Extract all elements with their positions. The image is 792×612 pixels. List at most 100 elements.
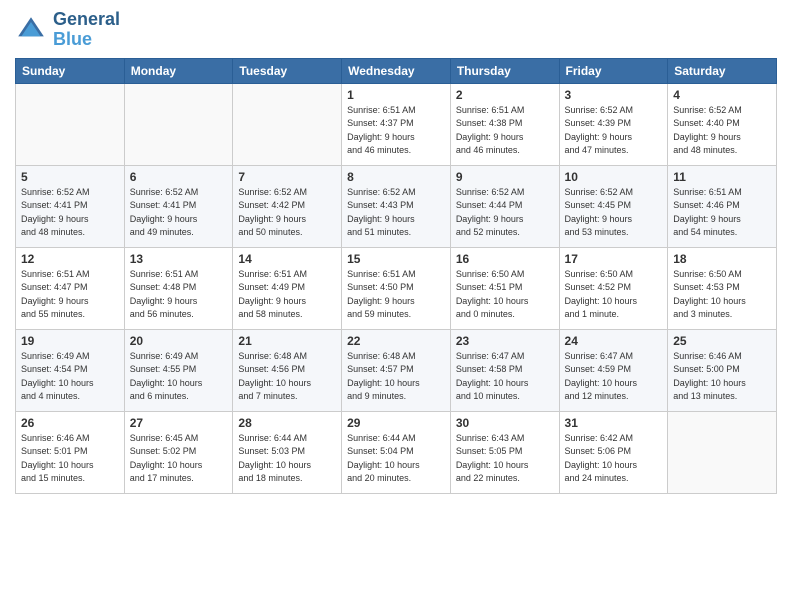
week-row-5: 26 Sunrise: 6:46 AM Sunset: 5:01 PM Dayli… [16,411,777,493]
day-cell [124,83,233,165]
day-cell: 3 Sunrise: 6:52 AM Sunset: 4:39 PM Daylig… [559,83,668,165]
day-cell: 25 Sunrise: 6:46 AM Sunset: 5:00 PM Dayli… [668,329,777,411]
day-cell: 30Sunrise: 6:43 AM Sunset: 5:05 PM Dayli… [450,411,559,493]
day-cell: 27 Sunrise: 6:45 AM Sunset: 5:02 PM Dayli… [124,411,233,493]
day-cell [668,411,777,493]
day-number: 26 [21,416,119,430]
day-info: Sunrise: 6:52 AM Sunset: 4:39 PM Dayligh… [565,104,663,158]
day-number: 22 [347,334,445,348]
day-number: 19 [21,334,119,348]
day-number: 25 [673,334,771,348]
day-number: 31 [565,416,663,430]
day-info: Sunrise: 6:51 AM Sunset: 4:49 PM Dayligh… [238,268,336,322]
day-number: 20 [130,334,228,348]
day-info: Sunrise: 6:51 AM Sunset: 4:46 PM Dayligh… [673,186,771,240]
day-cell: 8 Sunrise: 6:52 AM Sunset: 4:43 PM Daylig… [342,165,451,247]
day-info: Sunrise: 6:44 AM Sunset: 5:04 PM Dayligh… [347,432,445,486]
day-number: 18 [673,252,771,266]
day-cell: 23 Sunrise: 6:47 AM Sunset: 4:58 PM Dayli… [450,329,559,411]
weekday-header-friday: Friday [559,58,668,83]
weekday-header-saturday: Saturday [668,58,777,83]
day-number: 10 [565,170,663,184]
day-info: Sunrise: 6:44 AM Sunset: 5:03 PM Dayligh… [238,432,336,486]
day-info: Sunrise: 6:48 AM Sunset: 4:56 PM Dayligh… [238,350,336,404]
day-info: Sunrise: 6:52 AM Sunset: 4:42 PM Dayligh… [238,186,336,240]
day-number: 4 [673,88,771,102]
day-cell: 28 Sunrise: 6:44 AM Sunset: 5:03 PM Dayli… [233,411,342,493]
day-cell: 21 Sunrise: 6:48 AM Sunset: 4:56 PM Dayli… [233,329,342,411]
day-info: Sunrise: 6:43 AM Sunset: 5:05 PM Dayligh… [456,432,554,486]
day-cell: 26 Sunrise: 6:46 AM Sunset: 5:01 PM Dayli… [16,411,125,493]
day-number: 27 [130,416,228,430]
day-cell: 4 Sunrise: 6:52 AM Sunset: 4:40 PM Daylig… [668,83,777,165]
day-info: Sunrise: 6:47 AM Sunset: 4:59 PM Dayligh… [565,350,663,404]
day-number: 6 [130,170,228,184]
day-info: Sunrise: 6:46 AM Sunset: 5:00 PM Dayligh… [673,350,771,404]
calendar-table: SundayMondayTuesdayWednesdayThursdayFrid… [15,58,777,494]
weekday-header-wednesday: Wednesday [342,58,451,83]
day-cell: 14 Sunrise: 6:51 AM Sunset: 4:49 PM Dayli… [233,247,342,329]
day-info: Sunrise: 6:47 AM Sunset: 4:58 PM Dayligh… [456,350,554,404]
weekday-header-thursday: Thursday [450,58,559,83]
day-number: 13 [130,252,228,266]
day-number: 1 [347,88,445,102]
day-cell: 1Sunrise: 6:51 AM Sunset: 4:37 PM Daylig… [342,83,451,165]
day-cell: 7 Sunrise: 6:52 AM Sunset: 4:42 PM Daylig… [233,165,342,247]
weekday-header-row: SundayMondayTuesdayWednesdayThursdayFrid… [16,58,777,83]
day-number: 24 [565,334,663,348]
day-cell [233,83,342,165]
day-info: Sunrise: 6:52 AM Sunset: 4:43 PM Dayligh… [347,186,445,240]
day-info: Sunrise: 6:52 AM Sunset: 4:44 PM Dayligh… [456,186,554,240]
day-number: 29 [347,416,445,430]
day-cell: 19Sunrise: 6:49 AM Sunset: 4:54 PM Dayli… [16,329,125,411]
day-cell: 20Sunrise: 6:49 AM Sunset: 4:55 PM Dayli… [124,329,233,411]
day-info: Sunrise: 6:52 AM Sunset: 4:40 PM Dayligh… [673,104,771,158]
day-cell: 13Sunrise: 6:51 AM Sunset: 4:48 PM Dayli… [124,247,233,329]
day-cell: 6 Sunrise: 6:52 AM Sunset: 4:41 PM Daylig… [124,165,233,247]
day-number: 21 [238,334,336,348]
day-info: Sunrise: 6:45 AM Sunset: 5:02 PM Dayligh… [130,432,228,486]
day-cell: 31Sunrise: 6:42 AM Sunset: 5:06 PM Dayli… [559,411,668,493]
day-info: Sunrise: 6:50 AM Sunset: 4:53 PM Dayligh… [673,268,771,322]
day-info: Sunrise: 6:48 AM Sunset: 4:57 PM Dayligh… [347,350,445,404]
weekday-header-sunday: Sunday [16,58,125,83]
day-number: 23 [456,334,554,348]
week-row-1: 1Sunrise: 6:51 AM Sunset: 4:37 PM Daylig… [16,83,777,165]
day-cell: 18 Sunrise: 6:50 AM Sunset: 4:53 PM Dayli… [668,247,777,329]
day-cell: 11 Sunrise: 6:51 AM Sunset: 4:46 PM Dayli… [668,165,777,247]
day-cell: 12 Sunrise: 6:51 AM Sunset: 4:47 PM Dayli… [16,247,125,329]
day-number: 5 [21,170,119,184]
day-info: Sunrise: 6:51 AM Sunset: 4:38 PM Dayligh… [456,104,554,158]
day-number: 17 [565,252,663,266]
day-number: 15 [347,252,445,266]
day-cell: 9 Sunrise: 6:52 AM Sunset: 4:44 PM Daylig… [450,165,559,247]
day-info: Sunrise: 6:52 AM Sunset: 4:45 PM Dayligh… [565,186,663,240]
day-number: 12 [21,252,119,266]
day-cell [16,83,125,165]
day-number: 8 [347,170,445,184]
day-info: Sunrise: 6:46 AM Sunset: 5:01 PM Dayligh… [21,432,119,486]
day-cell: 22 Sunrise: 6:48 AM Sunset: 4:57 PM Dayli… [342,329,451,411]
day-number: 11 [673,170,771,184]
day-cell: 15 Sunrise: 6:51 AM Sunset: 4:50 PM Dayli… [342,247,451,329]
day-info: Sunrise: 6:50 AM Sunset: 4:51 PM Dayligh… [456,268,554,322]
day-info: Sunrise: 6:51 AM Sunset: 4:50 PM Dayligh… [347,268,445,322]
day-info: Sunrise: 6:52 AM Sunset: 4:41 PM Dayligh… [21,186,119,240]
day-info: Sunrise: 6:50 AM Sunset: 4:52 PM Dayligh… [565,268,663,322]
weekday-header-monday: Monday [124,58,233,83]
week-row-3: 12 Sunrise: 6:51 AM Sunset: 4:47 PM Dayli… [16,247,777,329]
day-info: Sunrise: 6:51 AM Sunset: 4:47 PM Dayligh… [21,268,119,322]
day-number: 14 [238,252,336,266]
day-cell: 10 Sunrise: 6:52 AM Sunset: 4:45 PM Dayli… [559,165,668,247]
day-number: 7 [238,170,336,184]
day-cell: 29 Sunrise: 6:44 AM Sunset: 5:04 PM Dayli… [342,411,451,493]
day-number: 9 [456,170,554,184]
day-cell: 2Sunrise: 6:51 AM Sunset: 4:38 PM Daylig… [450,83,559,165]
day-cell: 17 Sunrise: 6:50 AM Sunset: 4:52 PM Dayli… [559,247,668,329]
day-number: 28 [238,416,336,430]
day-cell: 5 Sunrise: 6:52 AM Sunset: 4:41 PM Daylig… [16,165,125,247]
day-number: 3 [565,88,663,102]
day-info: Sunrise: 6:52 AM Sunset: 4:41 PM Dayligh… [130,186,228,240]
weekday-header-tuesday: Tuesday [233,58,342,83]
week-row-4: 19Sunrise: 6:49 AM Sunset: 4:54 PM Dayli… [16,329,777,411]
